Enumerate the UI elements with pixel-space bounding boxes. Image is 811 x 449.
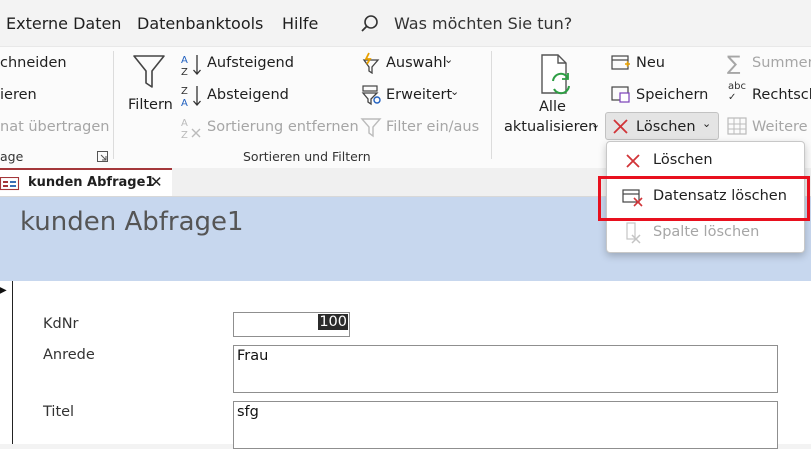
delete-x-icon <box>626 154 640 168</box>
advanced-button[interactable]: Erweitert <box>386 87 452 103</box>
remove-sort-button[interactable]: Sortierung entfernen <box>207 119 359 135</box>
toggle-filter-button[interactable]: Filter ein/aus <box>386 119 479 135</box>
search-icon[interactable] <box>360 14 380 34</box>
new-button[interactable]: Neu <box>636 55 665 71</box>
sigma-icon: ∑ <box>727 51 741 75</box>
form-title: kunden Abfrage1 <box>20 207 244 237</box>
delete-button[interactable]: Löschen <box>636 119 696 135</box>
titel-value: sfg <box>237 404 259 420</box>
anrede-field[interactable]: Frau <box>233 345 778 393</box>
svg-text:Z: Z <box>181 86 188 97</box>
svg-text:Z: Z <box>181 130 188 140</box>
sort-descending-button[interactable]: Absteigend <box>207 87 289 103</box>
titel-field[interactable]: sfg <box>233 401 778 449</box>
new-record-icon <box>611 55 630 70</box>
svg-text:Z: Z <box>181 67 188 77</box>
copy-button[interactable]: ieren <box>0 87 37 103</box>
highlight-box <box>598 176 810 221</box>
dropdown-item-label: Löschen <box>653 152 713 168</box>
tab-kunden-abfrage1[interactable]: kunden Abfrage1 ✕ <box>0 168 172 196</box>
save-icon <box>611 86 630 103</box>
menu-datenbanktools[interactable]: Datenbanktools <box>137 14 263 33</box>
titel-label: Titel <box>43 404 75 420</box>
chevron-down-icon[interactable]: ⌄ <box>450 85 459 98</box>
menu-externe-daten[interactable]: Externe Daten <box>6 14 121 33</box>
chevron-down-icon[interactable]: ⌄ <box>444 53 453 66</box>
dropdown-item-delete[interactable]: Löschen <box>607 144 804 178</box>
kdnr-value: 100 <box>318 314 348 330</box>
more-button[interactable]: Weitere O <box>752 119 811 135</box>
selection-filter-icon <box>362 52 380 74</box>
save-button[interactable]: Speichern <box>636 87 708 103</box>
spelling-button[interactable]: Rechtsch <box>752 87 811 103</box>
dialog-launcher-icon[interactable] <box>97 151 108 162</box>
more-grid-icon <box>727 117 747 135</box>
dropdown-item-label: Spalte löschen <box>653 224 760 240</box>
sort-filter-group-label: Sortieren und Filtern <box>243 149 371 164</box>
advanced-filter-icon <box>361 85 381 106</box>
selection-button[interactable]: Auswahl <box>386 55 447 71</box>
spelling-icon: abc ✓ <box>728 81 746 103</box>
format-painter-button[interactable]: nat übertragen <box>0 119 110 135</box>
refresh-all-button[interactable]: aktualisieren <box>504 119 597 135</box>
delete-column-icon <box>626 222 641 244</box>
menu-bar: Externe Daten Datenbanktools Hilfe Was m… <box>0 0 811 46</box>
totals-button[interactable]: Summen <box>752 55 811 71</box>
refresh-all-icon <box>541 54 570 95</box>
filter-button[interactable]: Filtern <box>128 97 173 113</box>
separator <box>491 51 492 159</box>
kdnr-field[interactable]: 100 <box>233 312 350 337</box>
clipboard-group-label: age <box>0 149 24 164</box>
anrede-label: Anrede <box>43 347 95 363</box>
sort-ascending-button[interactable]: Aufsteigend <box>207 55 294 71</box>
remove-sort-icon: A Z <box>181 118 201 140</box>
svg-text:A: A <box>181 98 188 108</box>
record-pointer-icon: ▶ <box>0 285 7 296</box>
sort-ascending-icon: A Z <box>181 55 201 77</box>
kdnr-label: KdNr <box>43 316 79 332</box>
svg-text:A: A <box>181 55 188 66</box>
dropdown-item-delete-column[interactable]: Spalte löschen <box>607 216 804 250</box>
sort-descending-icon: Z A <box>181 86 201 108</box>
menu-hilfe[interactable]: Hilfe <box>282 14 318 33</box>
chevron-down-icon[interactable]: ⌄ <box>591 118 600 131</box>
tab-title: kunden Abfrage1 <box>28 175 155 190</box>
refresh-all-label-1[interactable]: Alle <box>539 99 566 115</box>
cut-button[interactable]: chneiden <box>0 55 67 71</box>
chevron-down-icon[interactable]: ⌄ <box>702 117 711 130</box>
toggle-filter-icon <box>360 118 382 138</box>
form-icon <box>0 177 20 191</box>
svg-text:A: A <box>181 118 188 129</box>
separator <box>113 51 114 159</box>
delete-x-icon <box>613 119 628 134</box>
tell-me-search[interactable]: Was möchten Sie tun? <box>394 14 572 33</box>
filter-funnel-icon <box>133 55 165 88</box>
close-icon[interactable]: ✕ <box>150 173 163 191</box>
anrede-value: Frau <box>237 348 269 364</box>
record-selector[interactable]: ▶ <box>0 281 13 444</box>
